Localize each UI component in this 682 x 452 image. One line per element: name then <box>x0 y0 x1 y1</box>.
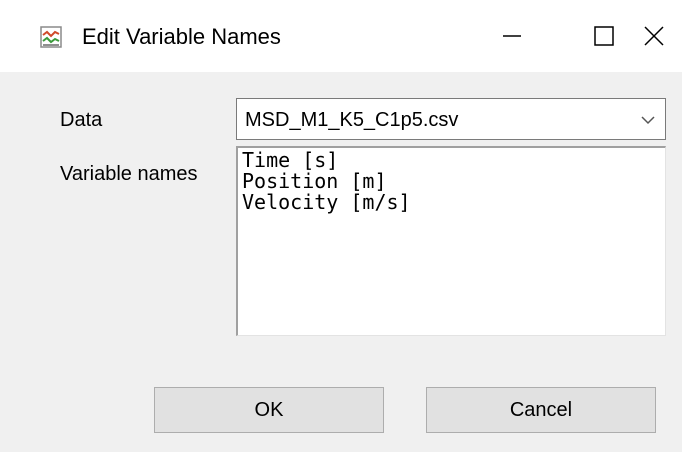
variable-names-content: Time [s] Position [m] Velocity [m/s] <box>242 150 411 213</box>
chevron-down-icon[interactable] <box>639 111 657 129</box>
minimize-button[interactable] <box>466 0 558 72</box>
variable-names-label: Variable names <box>60 163 198 185</box>
ok-button[interactable]: OK <box>154 387 384 433</box>
title-bar[interactable]: Edit Variable Names <box>0 0 682 72</box>
data-combobox[interactable]: MSD_M1_K5_C1p5.csv <box>236 98 666 140</box>
close-icon <box>644 26 664 46</box>
variable-name-line: Time [s] <box>242 148 339 172</box>
app-chart-icon <box>40 26 62 48</box>
variable-name-line: Velocity [m/s] <box>242 190 411 214</box>
data-combobox-value: MSD_M1_K5_C1p5.csv <box>245 109 459 131</box>
cancel-button[interactable]: Cancel <box>426 387 656 433</box>
variable-names-textarea[interactable]: Time [s] Position [m] Velocity [m/s] <box>236 146 666 336</box>
edit-variable-names-dialog: Edit Variable Names Data MSD_M1_K5_C1p5.… <box>0 0 682 452</box>
variable-name-line: Position [m] <box>242 169 387 193</box>
minimize-icon <box>503 35 521 37</box>
close-button[interactable] <box>626 0 682 72</box>
window-title: Edit Variable Names <box>82 24 281 49</box>
maximize-icon <box>594 26 614 46</box>
data-label: Data <box>60 109 103 131</box>
